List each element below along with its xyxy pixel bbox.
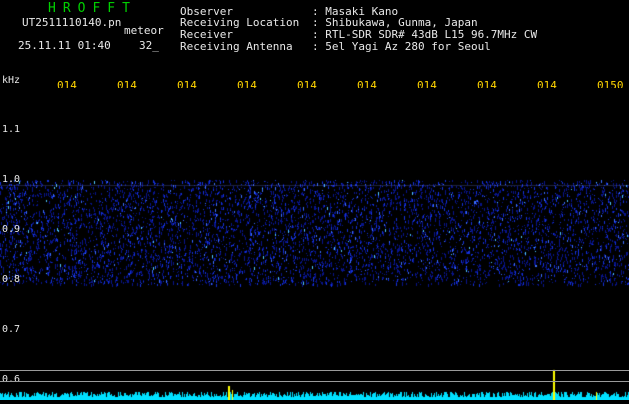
- freq-label: 0.8: [2, 274, 21, 285]
- spectrogram-canvas-wrap: [0, 88, 629, 400]
- info-receiver: Receiver: RTL-SDR SDR# 43dB L15 96.7MHz …: [180, 29, 537, 40]
- filename: UT2511110140.pn: [22, 16, 122, 29]
- freq-label: 0.6: [2, 374, 21, 385]
- info-value: : 5el Yagi Az 280 for Seoul: [312, 40, 491, 53]
- freq-label: 0.9: [2, 224, 21, 235]
- type-label: meteor: [124, 24, 164, 37]
- spectrogram-canvas: [0, 88, 629, 400]
- freq-label: 1.1: [2, 124, 21, 135]
- freq-label: 0.7: [2, 324, 21, 335]
- freq-label: 1.0: [2, 174, 21, 185]
- info-label: Receiving Location: [180, 16, 300, 29]
- baseline-line: [0, 370, 629, 371]
- title: HROFFT: [48, 1, 137, 16]
- info-location: Receiving Location: Shibukawa, Gunma, Ja…: [180, 17, 478, 28]
- extra-value: 32_: [139, 39, 159, 52]
- freq-unit-label: kHz: [2, 75, 21, 86]
- info-label: Receiving Antenna: [180, 40, 293, 53]
- baseline-line: [0, 381, 629, 382]
- datetime: 25.11.11 01:40: [18, 39, 111, 52]
- info-label: Receiver: [180, 28, 233, 41]
- info-antenna: Receiving Antenna : 5el Yagi Az 280 for S…: [180, 41, 491, 52]
